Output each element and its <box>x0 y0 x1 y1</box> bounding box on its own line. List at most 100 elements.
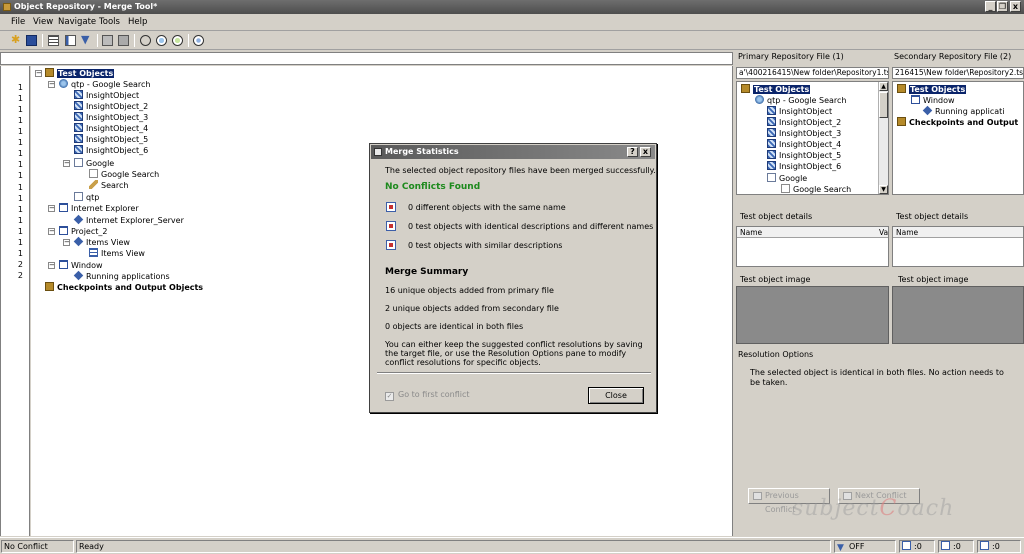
gutter-number: 1 <box>17 127 23 136</box>
collapse-icon[interactable]: − <box>63 239 70 246</box>
gutter-number: 1 <box>17 116 23 125</box>
tree-node-items-view[interactable]: Items View <box>73 236 130 248</box>
tree-node-label: InsightObject_6 <box>779 162 842 171</box>
close-window-button[interactable]: x <box>1010 1 1021 12</box>
dialog-title: Merge Statistics <box>385 147 459 156</box>
statistics-icon[interactable] <box>65 35 76 46</box>
tree-node-insight-4[interactable]: InsightObject_4 <box>74 123 148 134</box>
primary-tree-node[interactable]: qtp - Google Search <box>755 95 847 106</box>
menu-navigate[interactable]: Navigate <box>58 17 96 27</box>
primary-tree-node[interactable]: InsightObject_5 <box>767 150 841 161</box>
primary-tree-node[interactable]: Test Objects <box>741 84 811 95</box>
scroll-thumb[interactable] <box>879 92 888 118</box>
tree-node-insight-3[interactable]: InsightObject_3 <box>74 112 148 123</box>
primary-details-grid[interactable]: Name Va <box>736 226 889 267</box>
primary-tree-node[interactable]: InsightObject_3 <box>767 128 841 139</box>
menu-view[interactable]: View <box>33 17 53 27</box>
scroll-up-icon[interactable]: ▲ <box>879 82 888 91</box>
summary-row: 0 objects are identical in both files <box>385 322 524 331</box>
find-previous-icon[interactable] <box>172 35 183 46</box>
collapse-icon[interactable]: − <box>63 160 70 167</box>
goto-first-conflict-checkbox[interactable]: ✓ Go to first conflict <box>385 390 470 401</box>
primary-object-tree[interactable]: Test Objects qtp - Google Search Insight… <box>736 81 889 195</box>
menu-tools[interactable]: Tools <box>99 17 120 27</box>
grid-header: Name Va <box>737 227 888 238</box>
tree-node-items-view-list[interactable]: Items View <box>89 248 145 259</box>
tree-node-insight-5[interactable]: InsightObject_5 <box>74 134 148 145</box>
secondary-tree-node[interactable]: Checkpoints and Output <box>897 117 1018 128</box>
collapse-icon[interactable]: − <box>35 70 42 77</box>
tree-node-google[interactable]: Google <box>74 158 114 169</box>
scroll-down-icon[interactable]: ▼ <box>879 185 888 194</box>
menu-file[interactable]: File <box>11 17 25 27</box>
gutter-number: 1 <box>17 94 23 103</box>
save-icon[interactable] <box>26 35 37 46</box>
collapse-icon[interactable]: − <box>48 228 55 235</box>
compare-icon[interactable] <box>118 35 129 46</box>
page-icon <box>74 158 83 167</box>
folder-icon <box>741 84 750 93</box>
insight-object-icon <box>74 134 83 143</box>
secondary-details-grid[interactable]: Name <box>892 226 1024 267</box>
tree-node-insight-1[interactable]: InsightObject <box>74 90 139 101</box>
minimize-button[interactable]: _ <box>985 1 996 12</box>
new-icon[interactable]: ✱ <box>11 34 22 46</box>
primary-tree-node[interactable]: InsightObject_6 <box>767 161 841 172</box>
insight-object-icon <box>767 150 776 159</box>
insight-object-icon <box>767 128 776 137</box>
collapse-icon[interactable]: − <box>48 81 55 88</box>
tree-node-window[interactable]: Window <box>59 260 103 271</box>
secondary-tree-node[interactable]: Test Objects <box>897 84 967 95</box>
tree-node-label: InsightObject <box>86 91 140 100</box>
help-button[interactable]: ? <box>627 147 638 157</box>
dialog-close-x-button[interactable]: x <box>640 147 651 157</box>
secondary-object-tree[interactable]: Test Objects Window Running applicati Ch… <box>892 81 1024 195</box>
collapse-icon[interactable]: − <box>48 262 55 269</box>
tree-node-internet-explorer[interactable]: Internet Explorer <box>59 203 139 214</box>
secondary-tree-node[interactable]: Running applicati <box>922 105 1005 117</box>
conflict-type-icon <box>902 541 911 550</box>
conflict-type-icon <box>386 221 396 231</box>
primary-tree-node[interactable]: Google Search <box>781 184 852 194</box>
tree-node-qtp-google-search[interactable]: qtp - Google Search <box>59 79 151 90</box>
tree-node-running-applications[interactable]: Running applications <box>73 270 170 282</box>
window-icon <box>59 226 68 235</box>
collapse-icon[interactable]: − <box>48 205 55 212</box>
tree-node-google-search[interactable]: Google Search <box>89 169 159 180</box>
filter-icon[interactable]: ▼ <box>81 34 92 46</box>
menu-help[interactable]: Help <box>128 17 147 27</box>
tree-node-search[interactable]: Search <box>89 180 128 191</box>
tree-node-qtp[interactable]: qtp <box>74 192 99 203</box>
column-name[interactable]: Name <box>740 228 762 237</box>
filter-value: OFF <box>849 542 865 551</box>
secondary-tree-node[interactable]: Window <box>911 95 955 106</box>
column-value[interactable]: Va <box>879 227 888 238</box>
winobject-icon <box>922 105 933 116</box>
title-bar: Object Repository - Merge Tool* _ ❐ x <box>0 0 1024 14</box>
properties-icon[interactable] <box>48 35 59 46</box>
copy-icon[interactable] <box>102 35 113 46</box>
tree-node-ie-server[interactable]: Internet Explorer_Server <box>73 214 184 226</box>
zoom-icon[interactable] <box>193 35 204 46</box>
primary-tree-node[interactable]: InsightObject <box>767 106 832 117</box>
tree-node-label: Google Search <box>793 185 852 194</box>
primary-tree-node[interactable]: InsightObject_2 <box>767 117 841 128</box>
tree-node-label: Running applications <box>86 272 170 281</box>
tree-node-label: Items View <box>101 249 145 258</box>
find-icon[interactable] <box>140 35 151 46</box>
resolution-options-label: Resolution Options <box>738 350 814 359</box>
tree-node-label: Checkpoints and Output Objects <box>57 283 204 292</box>
restore-button[interactable]: ❐ <box>997 1 1008 12</box>
close-button[interactable]: Close <box>588 387 644 404</box>
insight-object-icon <box>74 145 83 154</box>
column-name[interactable]: Name <box>896 228 918 237</box>
primary-tree-node[interactable]: InsightObject_4 <box>767 139 841 150</box>
find-next-icon[interactable] <box>156 35 167 46</box>
tree-node-insight-6[interactable]: InsightObject_6 <box>74 145 148 156</box>
primary-tree-node[interactable]: Google <box>767 173 807 184</box>
primary-tree-scrollbar[interactable]: ▲ ▼ <box>878 82 888 194</box>
tree-node-insight-2[interactable]: InsightObject_2 <box>74 101 148 112</box>
tree-node-project-2[interactable]: Project_2 <box>59 226 107 237</box>
tree-node-checkpoints[interactable]: Checkpoints and Output Objects <box>45 282 203 293</box>
tree-node-test-objects[interactable]: Test Objects <box>45 68 115 79</box>
